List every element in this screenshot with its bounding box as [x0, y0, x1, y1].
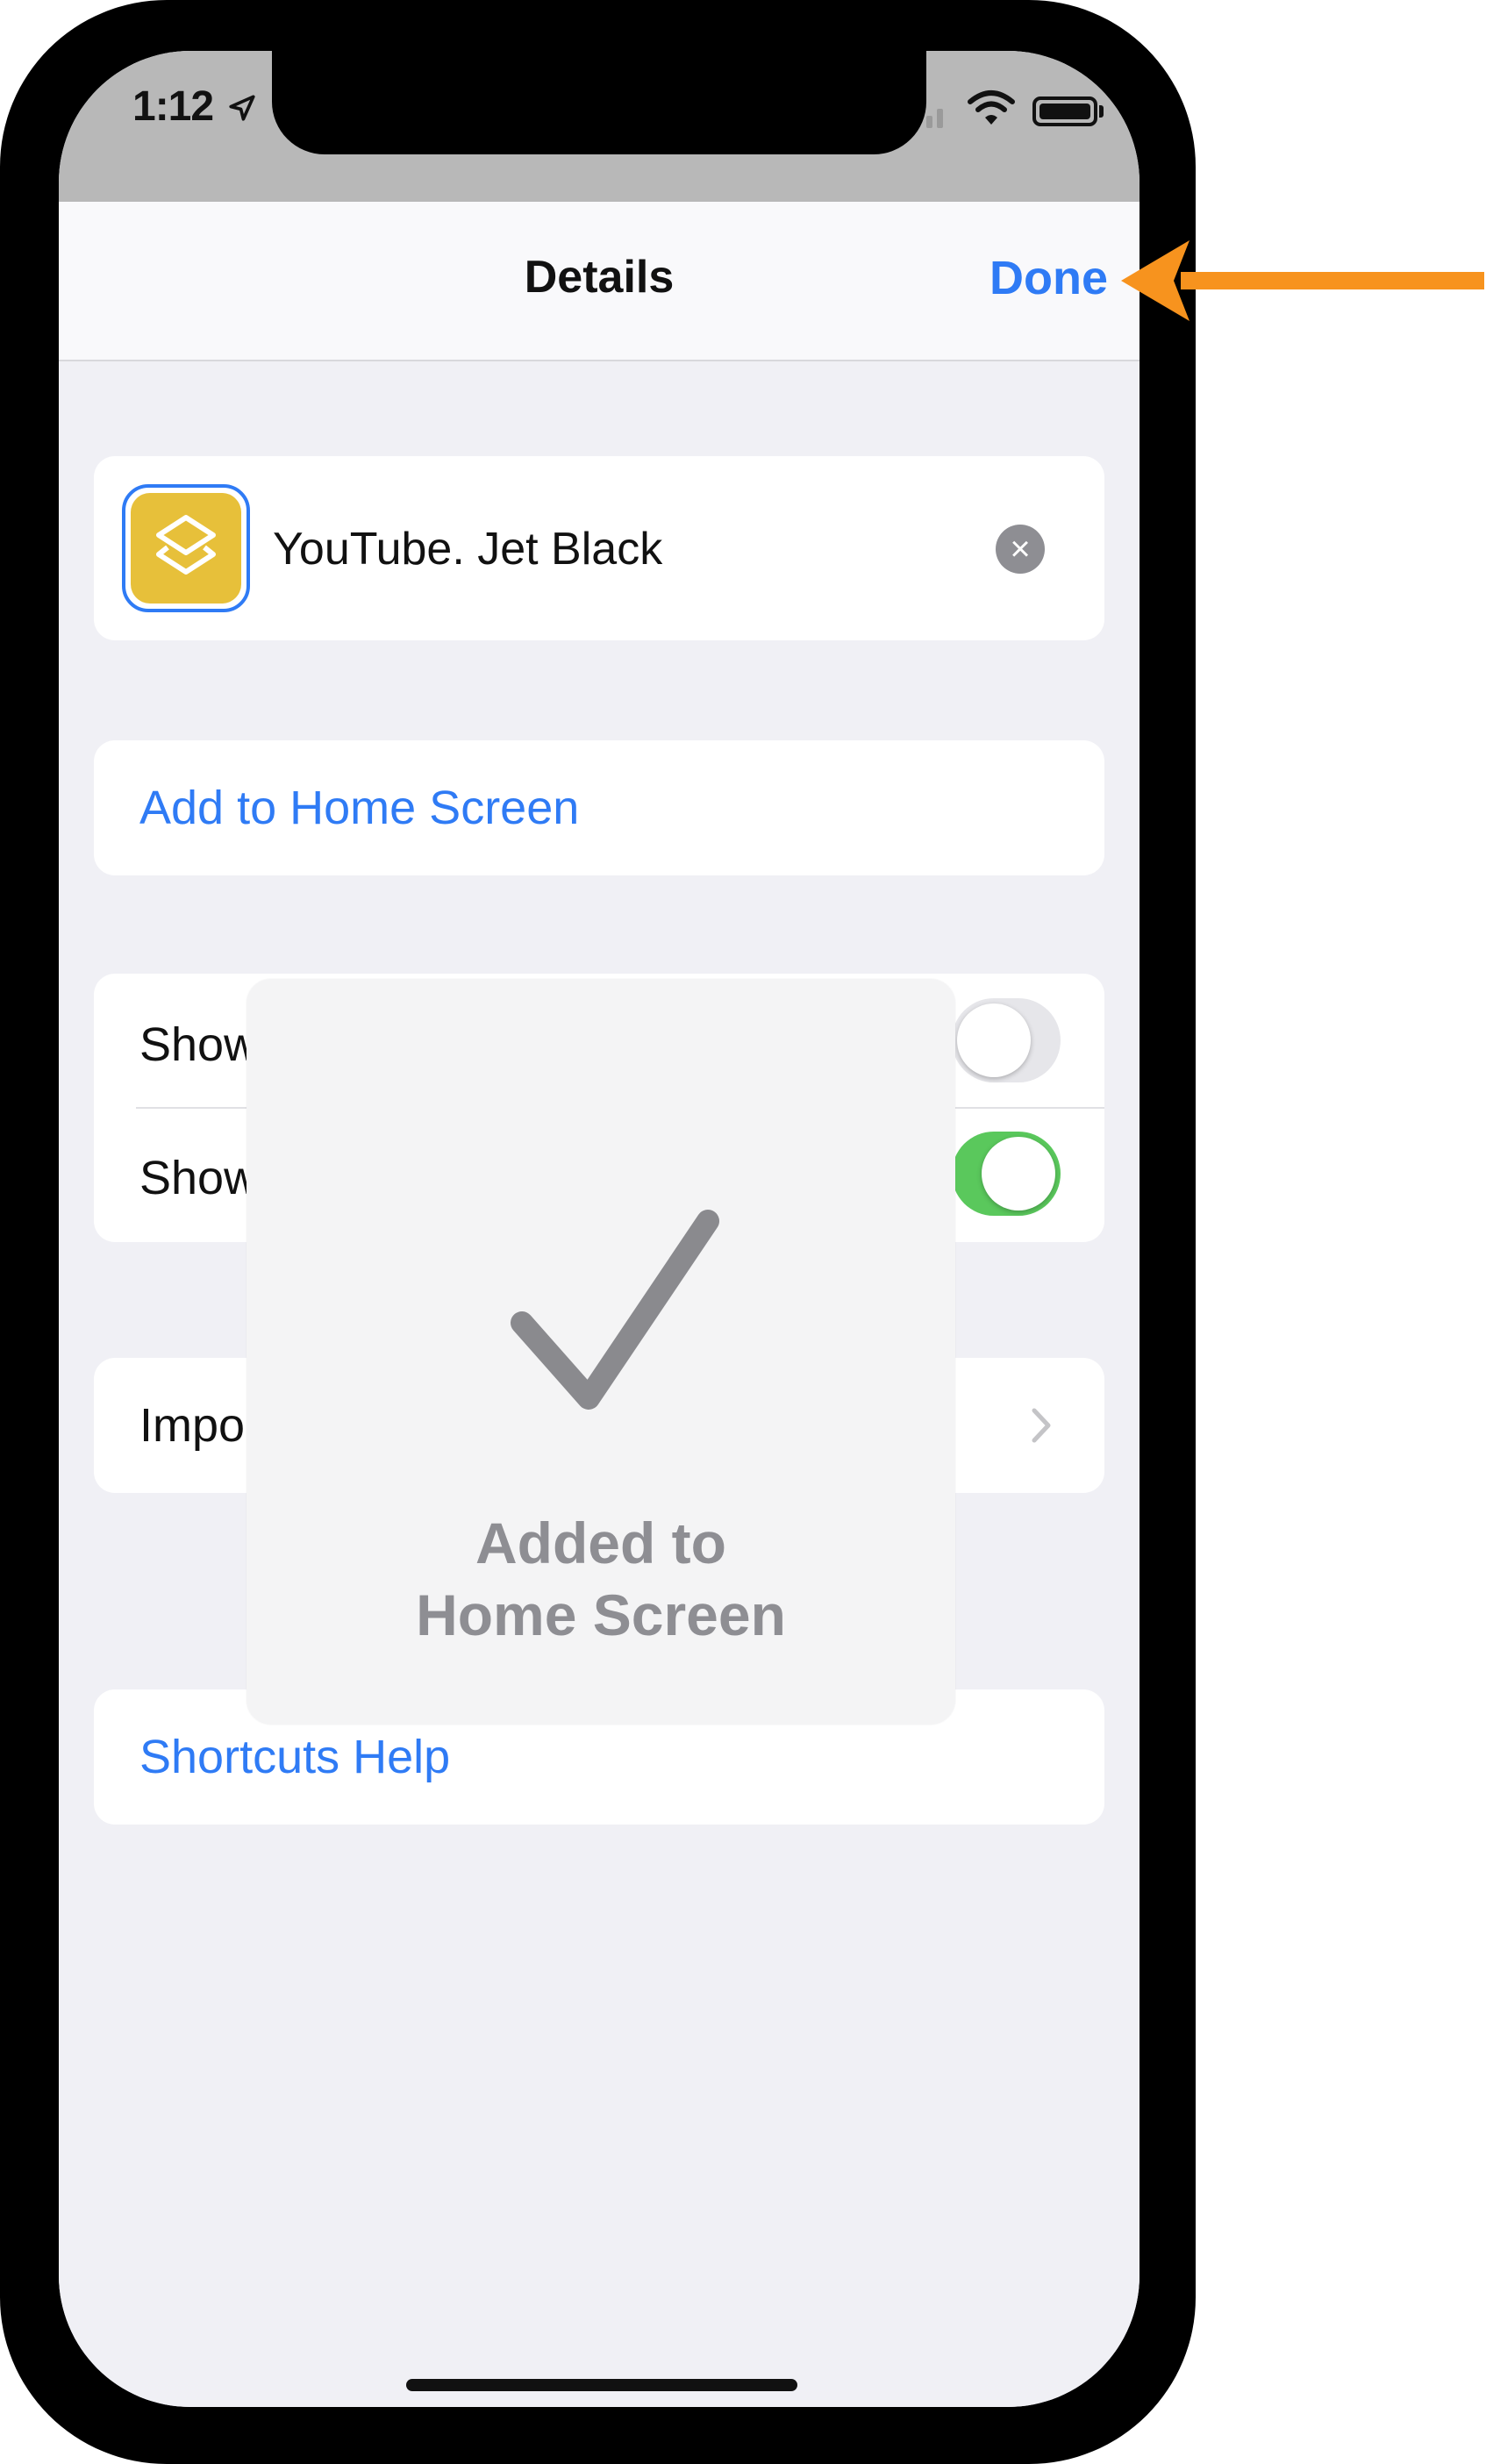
toggle-row-1-label: Show [139, 1018, 259, 1071]
chevron-right-icon [1032, 1408, 1051, 1443]
done-button[interactable]: Done [989, 251, 1108, 305]
page-title: Details [524, 252, 675, 303]
checkmark-icon [511, 1210, 719, 1410]
details-sheet: Details Done YouTube. Jet Black × Add to… [59, 202, 1140, 2407]
shortcuts-layers-icon [131, 493, 241, 604]
cellular-signal-icon [926, 109, 943, 128]
add-to-home-link[interactable]: Add to Home Screen [139, 781, 579, 835]
hud-message-line-2: Home Screen [416, 1582, 786, 1647]
hud-message-line-1: Added to [475, 1511, 726, 1575]
shortcut-name-field[interactable]: YouTube. Jet Black [273, 523, 662, 575]
toggle-switch-on[interactable] [952, 1132, 1061, 1216]
battery-nub [1099, 105, 1104, 118]
home-indicator [406, 2379, 797, 2391]
toggle-row-2-label: Show [139, 1152, 259, 1204]
phone-frame: 1:12 Details Done YouTube. Jet Black × A… [0, 0, 1196, 2464]
shortcuts-help-link[interactable]: Shortcuts Help [139, 1730, 450, 1784]
import-label: Impo [139, 1399, 246, 1452]
clear-text-icon[interactable]: × [996, 525, 1045, 574]
status-time: 1:12 [132, 83, 214, 130]
notch [272, 51, 926, 154]
hud-message: Added to Home Screen [246, 1507, 955, 1651]
location-arrow-icon [229, 95, 255, 121]
shortcut-name-card: YouTube. Jet Black × [94, 456, 1104, 640]
toggle-switch-off[interactable] [952, 998, 1061, 1082]
status-bar: 1:12 [59, 51, 1140, 202]
add-to-home-card[interactable]: Add to Home Screen [94, 740, 1104, 875]
screen: 1:12 Details Done YouTube. Jet Black × A… [59, 51, 1140, 2407]
annotation-arrow-icon [1121, 240, 1484, 321]
navigation-bar: Details Done [59, 202, 1140, 361]
wifi-icon [968, 90, 1015, 125]
added-confirmation-hud: Added to Home Screen [246, 979, 955, 1725]
battery-icon [1032, 96, 1097, 126]
shortcut-icon-button[interactable] [122, 484, 250, 612]
